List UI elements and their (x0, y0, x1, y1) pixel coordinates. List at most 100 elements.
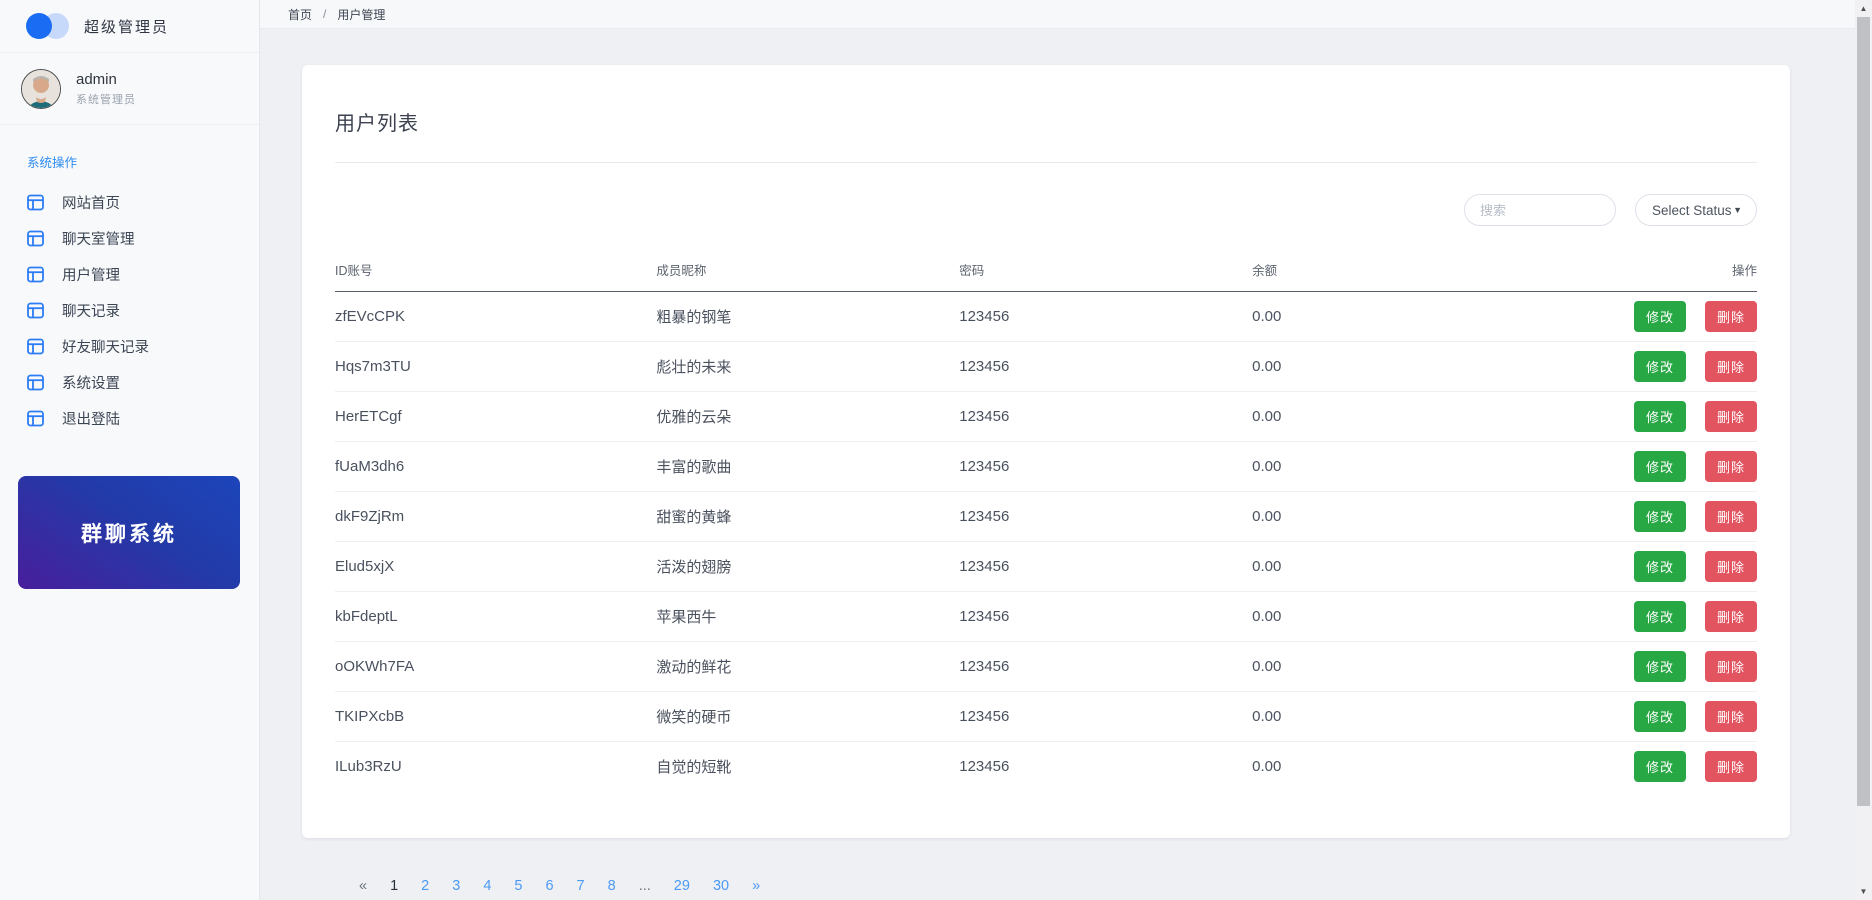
table-row: kbFdeptL苹果西牛1234560.00修改删除 (335, 592, 1757, 642)
scroll-down-icon[interactable]: ▼ (1855, 883, 1872, 900)
pagination-page[interactable]: 8 (599, 874, 625, 898)
balance-cell: 0.00 (1252, 542, 1480, 592)
user-name: admin (76, 71, 136, 88)
search-input[interactable] (1464, 194, 1616, 226)
actions-cell: 修改删除 (1480, 392, 1757, 442)
user-role: 系统管理员 (76, 91, 136, 107)
delete-button[interactable]: 删除 (1705, 401, 1757, 432)
sidebar-item-label: 退出登陆 (62, 408, 120, 429)
delete-button[interactable]: 删除 (1705, 501, 1757, 532)
edit-button[interactable]: 修改 (1634, 701, 1686, 732)
delete-button[interactable]: 删除 (1705, 601, 1757, 632)
edit-button[interactable]: 修改 (1634, 451, 1686, 482)
sidebar-item-2[interactable]: 用户管理 (0, 256, 259, 292)
pagination: «12345678...2930» (350, 874, 1790, 898)
delete-button[interactable]: 删除 (1705, 751, 1757, 782)
actions-cell: 修改删除 (1480, 542, 1757, 592)
edit-button[interactable]: 修改 (1634, 301, 1686, 332)
user-id-cell: Hqs7m3TU (335, 342, 656, 392)
pagination-page[interactable]: 4 (474, 874, 500, 898)
delete-button[interactable]: 删除 (1705, 351, 1757, 382)
column-header-0: ID账号 (335, 251, 656, 292)
sidebar-item-label: 好友聊天记录 (62, 336, 149, 357)
brand: 超级管理员 (0, 0, 259, 53)
table-row: dkF9ZjRm甜蜜的黄蜂1234560.00修改删除 (335, 492, 1757, 542)
table-row: zfEVcCPK粗暴的钢笔1234560.00修改删除 (335, 292, 1757, 342)
sidebar-item-0[interactable]: 网站首页 (0, 184, 259, 220)
sidebar-item-4[interactable]: 好友聊天记录 (0, 328, 259, 364)
pagination-page[interactable]: 6 (536, 874, 562, 898)
balance-cell: 0.00 (1252, 342, 1480, 392)
status-select-value: Select Status (1652, 203, 1732, 218)
brand-logo-icon (26, 13, 69, 40)
password-cell: 123456 (959, 342, 1252, 392)
delete-button[interactable]: 删除 (1705, 301, 1757, 332)
balance-cell: 0.00 (1252, 392, 1480, 442)
edit-button[interactable]: 修改 (1634, 501, 1686, 532)
pagination-page[interactable]: 30 (704, 874, 738, 898)
scrollbar-thumb[interactable] (1857, 17, 1870, 806)
edit-button[interactable]: 修改 (1634, 551, 1686, 582)
edit-button[interactable]: 修改 (1634, 651, 1686, 682)
layout-icon (27, 302, 44, 319)
password-cell: 123456 (959, 542, 1252, 592)
table-row: ILub3RzU自觉的短靴1234560.00修改删除 (335, 742, 1757, 792)
balance-cell: 0.00 (1252, 692, 1480, 742)
sidebar-item-5[interactable]: 系统设置 (0, 364, 259, 400)
user-id-cell: zfEVcCPK (335, 292, 656, 342)
edit-button[interactable]: 修改 (1634, 601, 1686, 632)
layout-icon (27, 410, 44, 427)
sidebar-item-label: 聊天记录 (62, 300, 120, 321)
nickname-cell: 活泼的翅膀 (656, 542, 959, 592)
pagination-page[interactable]: 3 (443, 874, 469, 898)
pagination-page[interactable]: 2 (412, 874, 438, 898)
delete-button[interactable]: 删除 (1705, 701, 1757, 732)
actions-cell: 修改删除 (1480, 492, 1757, 542)
edit-button[interactable]: 修改 (1634, 751, 1686, 782)
app-root: 超级管理员 admin 系统管理员 系统操作 网站首页聊天室管理用户管理聊天记录… (0, 0, 1872, 900)
nickname-cell: 自觉的短靴 (656, 742, 959, 792)
delete-button[interactable]: 删除 (1705, 651, 1757, 682)
balance-cell: 0.00 (1252, 492, 1480, 542)
scroll-up-icon[interactable]: ▲ (1855, 0, 1872, 17)
sidebar-item-3[interactable]: 聊天记录 (0, 292, 259, 328)
balance-cell: 0.00 (1252, 292, 1480, 342)
menu-section-label: 系统操作 (0, 152, 259, 171)
sidebar-item-1[interactable]: 聊天室管理 (0, 220, 259, 256)
column-header-3: 余额 (1252, 251, 1480, 292)
table-row: TKIPXcbB微笑的硬币1234560.00修改删除 (335, 692, 1757, 742)
brand-title: 超级管理员 (84, 16, 169, 37)
status-select[interactable]: Select Status ▼ (1635, 194, 1757, 226)
user-id-cell: kbFdeptL (335, 592, 656, 642)
system-banner: 群聊系统 (18, 476, 240, 589)
edit-button[interactable]: 修改 (1634, 351, 1686, 382)
delete-button[interactable]: 删除 (1705, 451, 1757, 482)
breadcrumb-separator: / (323, 7, 326, 21)
layout-icon (27, 374, 44, 391)
sidebar: 超级管理员 admin 系统管理员 系统操作 网站首页聊天室管理用户管理聊天记录… (0, 0, 260, 900)
pagination-page[interactable]: 5 (505, 874, 531, 898)
nickname-cell: 彪壮的未来 (656, 342, 959, 392)
pagination-next[interactable]: » (743, 874, 769, 898)
password-cell: 123456 (959, 392, 1252, 442)
password-cell: 123456 (959, 642, 1252, 692)
column-header-1: 成员昵称 (656, 251, 959, 292)
pagination-page[interactable]: 7 (568, 874, 594, 898)
edit-button[interactable]: 修改 (1634, 401, 1686, 432)
actions-cell: 修改删除 (1480, 592, 1757, 642)
pagination-page-current[interactable]: 1 (381, 874, 407, 898)
delete-button[interactable]: 删除 (1705, 551, 1757, 582)
title-divider (335, 162, 1757, 163)
actions-cell: 修改删除 (1480, 742, 1757, 792)
breadcrumb-home[interactable]: 首页 (288, 6, 312, 23)
balance-cell: 0.00 (1252, 592, 1480, 642)
nickname-cell: 甜蜜的黄蜂 (656, 492, 959, 542)
table-row: HerETCgf优雅的云朵1234560.00修改删除 (335, 392, 1757, 442)
actions-cell: 修改删除 (1480, 642, 1757, 692)
breadcrumb: 首页 / 用户管理 (260, 0, 1855, 29)
pagination-page[interactable]: 29 (665, 874, 699, 898)
sidebar-item-6[interactable]: 退出登陆 (0, 400, 259, 436)
pagination-prev[interactable]: « (350, 874, 376, 898)
vertical-scrollbar[interactable]: ▲ ▼ (1855, 0, 1872, 900)
actions-cell: 修改删除 (1480, 292, 1757, 342)
